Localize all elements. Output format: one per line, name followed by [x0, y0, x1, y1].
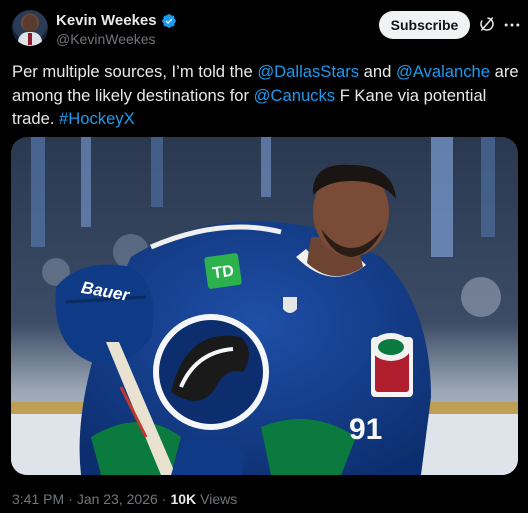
tweet-text: Per multiple sources, I’m told the @Dall… — [12, 60, 520, 131]
mention-avalanche-link[interactable]: @Avalanche — [396, 62, 490, 81]
views-label: Views — [200, 491, 238, 507]
verified-badge-icon — [161, 13, 176, 28]
jersey-number: 91 — [349, 413, 382, 446]
svg-text:TD: TD — [211, 263, 234, 283]
tweet-time[interactable]: 3:41 PM — [12, 491, 64, 507]
mention-dallasstars-link[interactable]: @DallasStars — [257, 62, 359, 81]
author-name-row[interactable]: Kevin Weekes — [56, 12, 177, 29]
mention-canucks-link[interactable]: @Canucks — [254, 86, 335, 105]
avatar[interactable] — [12, 10, 48, 46]
tweet-header: Kevin Weekes @KevinWeekes Subscribe — [0, 0, 528, 52]
author-handle[interactable]: @KevinWeekes — [56, 31, 156, 47]
views-count: 10K — [170, 491, 197, 507]
subscribe-button[interactable]: Subscribe — [379, 11, 470, 39]
meta-separator: · — [68, 491, 73, 507]
tweet-date[interactable]: Jan 23, 2026 — [77, 491, 158, 507]
author-name[interactable]: Kevin Weekes — [56, 12, 157, 29]
hockey-player-photo: TD 91 Bauer — [11, 137, 518, 475]
tweet-meta: 3:41 PM · Jan 23, 2026 · 10K Views — [12, 491, 237, 507]
meta-separator: · — [161, 491, 167, 507]
tweet-text-segment: Per multiple sources, I’m told the — [12, 62, 258, 81]
hashtag-hockeyx-link[interactable]: #HockeyX — [59, 109, 135, 128]
more-icon[interactable] — [502, 15, 522, 35]
tweet-media-photo[interactable]: TD 91 Bauer — [11, 137, 518, 475]
grok-icon[interactable] — [478, 15, 496, 33]
tweet-text-segment: and — [359, 62, 396, 81]
